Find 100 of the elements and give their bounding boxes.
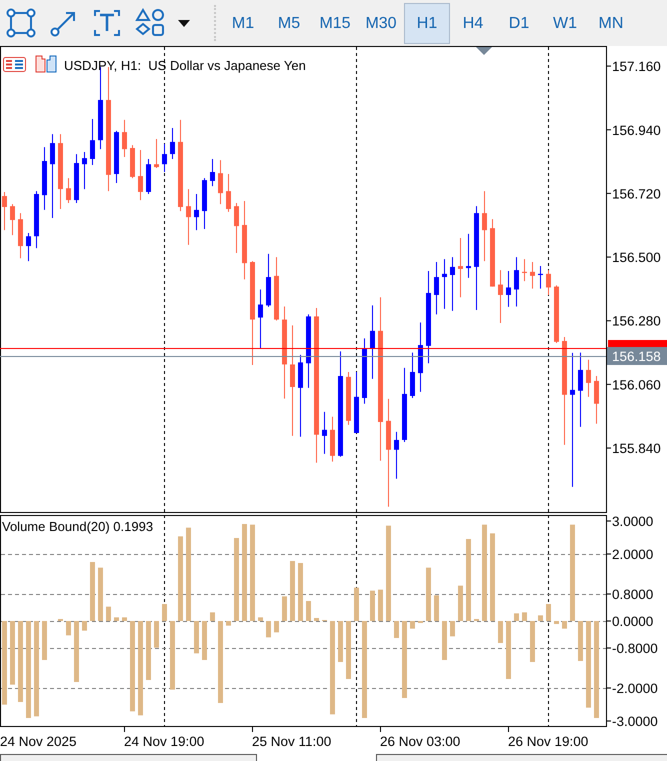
bar <box>538 615 543 621</box>
candlestick <box>26 232 31 262</box>
indicator-title: Volume Bound(20) 0.1993 <box>2 519 154 534</box>
candlestick <box>506 270 511 308</box>
bar <box>250 524 255 621</box>
candlestick <box>482 190 487 262</box>
bar <box>562 621 567 629</box>
bar <box>450 621 455 636</box>
bar <box>330 621 335 714</box>
tab-strip[interactable] <box>376 754 667 761</box>
bar <box>578 621 583 661</box>
bar <box>226 621 231 626</box>
shapes-icon[interactable] <box>135 8 165 38</box>
bar <box>66 621 71 636</box>
rectangle-tool-icon[interactable] <box>6 8 36 38</box>
price-label: 156.280 <box>612 314 661 329</box>
candlestick <box>442 258 447 310</box>
bar <box>130 621 135 712</box>
timeframe-tab[interactable]: MN <box>588 3 634 44</box>
bar <box>586 621 591 708</box>
bid-price-tag <box>608 340 667 347</box>
timeframe-tab[interactable]: M1 <box>220 3 266 44</box>
scale-label: -0.8000 <box>612 641 658 656</box>
bar <box>458 586 463 621</box>
bar <box>202 621 207 660</box>
bar <box>74 621 79 682</box>
bar <box>522 612 527 621</box>
bar <box>274 621 279 632</box>
candlestick <box>234 202 239 254</box>
bar <box>242 524 247 621</box>
candlestick <box>546 270 551 296</box>
list-icon[interactable] <box>3 57 26 72</box>
bar <box>178 536 183 621</box>
last-price-tag: 156.158 <box>607 347 667 365</box>
bar <box>26 621 31 718</box>
timeframe-tab[interactable]: M30 <box>358 3 404 44</box>
candlestick <box>154 138 159 168</box>
candlestick <box>90 118 95 166</box>
template-icon[interactable] <box>36 56 56 72</box>
candlestick <box>394 431 399 480</box>
bar <box>594 621 599 718</box>
bar <box>298 563 303 621</box>
candlestick <box>290 324 295 436</box>
timeframe-tab[interactable]: H1 <box>404 3 450 44</box>
tab-strip[interactable] <box>0 754 257 761</box>
bar <box>106 606 111 621</box>
scale-label: 0.0000 <box>612 614 654 629</box>
timeframe-tab[interactable]: D1 <box>496 3 542 44</box>
bar <box>466 539 471 621</box>
bar <box>154 621 159 648</box>
candlestick <box>458 237 463 298</box>
candlestick <box>10 204 15 236</box>
bar <box>410 621 415 629</box>
bar <box>282 596 287 621</box>
bar <box>570 524 575 621</box>
bar <box>362 621 367 718</box>
candlestick <box>434 261 439 315</box>
candlestick <box>594 376 599 424</box>
candlestick <box>586 359 591 398</box>
timeframe-tab[interactable]: M5 <box>266 3 312 44</box>
time-label: 24 Nov 2025 <box>0 734 77 749</box>
bar <box>266 621 271 638</box>
bar <box>434 595 439 621</box>
candlestick <box>498 270 503 324</box>
bar <box>42 621 47 660</box>
time-label: 26 Nov 19:00 <box>508 734 588 749</box>
bar <box>194 621 199 654</box>
scale-label: 0.8000 <box>612 587 654 602</box>
candlestick <box>210 158 215 187</box>
candlestick <box>530 261 535 290</box>
bar <box>370 590 375 621</box>
candlestick <box>466 233 471 278</box>
bar <box>402 621 407 698</box>
price-label: 155.840 <box>612 441 661 456</box>
bar <box>122 617 127 621</box>
timeframe-tab[interactable]: H4 <box>450 3 496 44</box>
candlestick <box>122 119 127 158</box>
bar <box>490 533 495 621</box>
candlestick <box>370 304 375 380</box>
bar <box>170 621 175 690</box>
bar <box>530 621 535 662</box>
price-label: 156.940 <box>612 122 661 138</box>
candlestick <box>322 411 327 454</box>
caret-icon[interactable] <box>178 20 190 26</box>
candlestick <box>162 143 167 173</box>
bar <box>138 621 143 716</box>
bar <box>210 612 215 621</box>
candlestick <box>194 193 199 231</box>
bar <box>482 524 487 621</box>
timeframe-tab[interactable]: M15 <box>312 3 358 44</box>
bar <box>306 601 311 621</box>
candlestick <box>66 178 71 204</box>
bar <box>554 621 559 624</box>
bar <box>314 618 319 621</box>
candlestick <box>186 188 191 246</box>
timeframe-tab[interactable]: W1 <box>542 3 588 44</box>
bar <box>82 621 87 631</box>
candlestick <box>226 174 231 212</box>
bar <box>546 604 551 621</box>
text-tool-icon[interactable] <box>92 8 122 38</box>
